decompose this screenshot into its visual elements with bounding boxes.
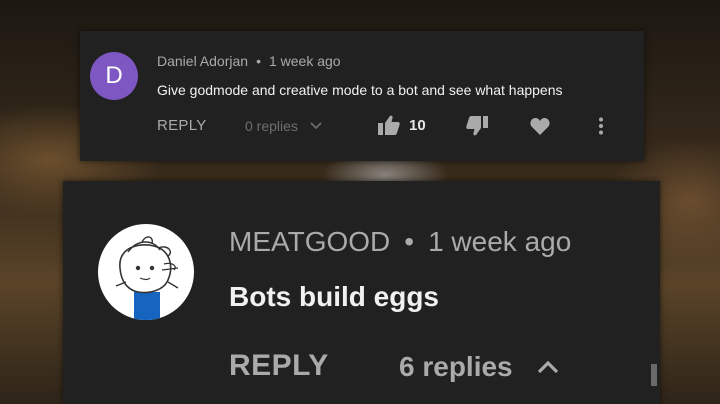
like-count: 10 bbox=[409, 116, 426, 134]
chevron-up-icon bbox=[537, 360, 558, 374]
separator-dot: • bbox=[256, 53, 261, 69]
avatar-letter: D bbox=[105, 62, 123, 89]
author-name[interactable]: MEATGOOD bbox=[229, 226, 390, 257]
reply-button[interactable]: REPLY bbox=[157, 117, 207, 134]
comment-meta: Daniel Adorjan • 1 week ago bbox=[157, 53, 341, 69]
comment-card-daniel: D Daniel Adorjan • 1 week ago Give godmode… bbox=[80, 31, 644, 161]
chevron-down-icon bbox=[310, 122, 322, 130]
comment-meta: MEATGOOD • 1 week ago bbox=[229, 226, 571, 258]
comment-card-meatgood: MEATGOOD • 1 week ago Bots build eggs REPL… bbox=[63, 181, 660, 404]
like-button[interactable]: 10 bbox=[378, 115, 426, 135]
cropped-icon-edge bbox=[651, 364, 657, 386]
thumbs-up-icon bbox=[378, 115, 400, 135]
more-vert-icon bbox=[599, 117, 603, 135]
doodle-character-avatar-icon bbox=[115, 236, 179, 320]
comment-text: Bots build eggs bbox=[229, 281, 439, 312]
replies-count-label: 0 replies bbox=[245, 118, 298, 134]
avatar[interactable]: D bbox=[90, 52, 138, 100]
more-options-button[interactable] bbox=[598, 117, 604, 140]
heart-icon bbox=[530, 117, 550, 135]
comment-text: Give godmode and creative mode to a bot … bbox=[157, 82, 563, 98]
author-name[interactable]: Daniel Adorjan bbox=[157, 53, 248, 69]
replies-toggle[interactable]: 6 replies bbox=[399, 351, 559, 383]
timestamp[interactable]: 1 week ago bbox=[269, 53, 341, 69]
replies-toggle[interactable]: 0 replies bbox=[245, 118, 322, 134]
reply-button[interactable]: REPLY bbox=[229, 349, 329, 383]
heart-button[interactable] bbox=[530, 117, 550, 140]
avatar[interactable] bbox=[98, 224, 194, 320]
separator-dot: • bbox=[404, 226, 415, 257]
timestamp[interactable]: 1 week ago bbox=[428, 226, 571, 257]
thumbs-down-icon bbox=[466, 116, 488, 136]
replies-count-label: 6 replies bbox=[399, 351, 513, 382]
dislike-button[interactable] bbox=[466, 116, 488, 141]
